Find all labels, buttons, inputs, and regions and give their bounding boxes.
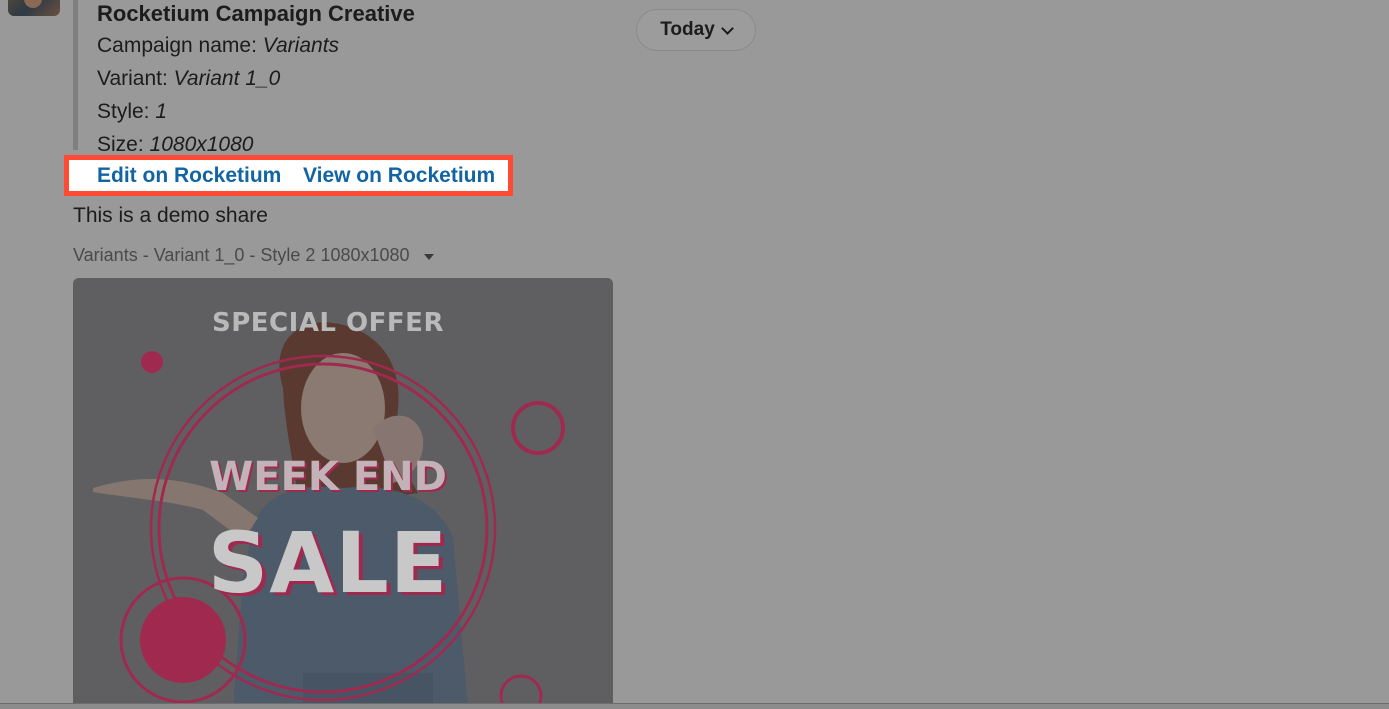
- attachment-bar: [73, 0, 78, 150]
- view-on-rocketium-link[interactable]: View on Rocketium: [303, 164, 495, 188]
- week-end-text: WEEK END: [209, 454, 447, 500]
- composer-edge: [0, 703, 1389, 709]
- edit-on-rocketium-link[interactable]: Edit on Rocketium: [97, 164, 281, 188]
- field-campaign-name: Campaign name: Variants: [97, 34, 340, 57]
- avatar-face: [24, 0, 42, 8]
- file-name-label: Variants - Variant 1_0 - Style 2 1080x10…: [73, 245, 410, 265]
- attachment-title: Rocketium Campaign Creative: [97, 1, 415, 26]
- user-avatar[interactable]: [8, 0, 60, 16]
- chevron-down-icon: [720, 21, 734, 35]
- sale-text: SALE: [207, 514, 449, 612]
- field-variant: Variant: Variant 1_0: [97, 67, 281, 90]
- file-name-toggle[interactable]: Variants - Variant 1_0 - Style 2 1080x10…: [73, 245, 434, 266]
- special-offer-text: SPECIAL OFFER: [212, 308, 444, 338]
- date-divider-label: Today: [660, 19, 715, 40]
- creative-image[interactable]: SPECIAL OFFER WEEK END SALE: [73, 278, 613, 708]
- field-size: Size: 1080x1080: [97, 133, 254, 156]
- caret-down-icon[interactable]: [423, 253, 434, 260]
- message-text: This is a demo share: [73, 204, 268, 227]
- field-style: Style: 1: [97, 100, 168, 123]
- date-divider-button[interactable]: Today: [636, 9, 756, 51]
